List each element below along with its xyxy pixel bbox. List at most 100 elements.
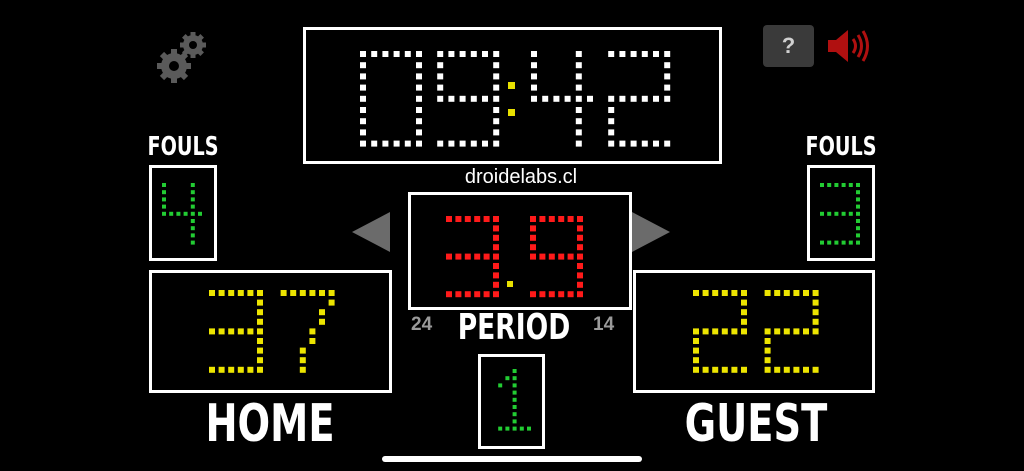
- led-dot: [493, 263, 499, 269]
- led-dot: [257, 347, 263, 354]
- led-dot: [820, 211, 824, 216]
- led-dot: [393, 51, 400, 57]
- led-dot: [493, 291, 499, 298]
- led-dot: [319, 318, 325, 325]
- led-dot: [575, 73, 582, 80]
- led-dot: [455, 253, 462, 260]
- led-dot: [548, 216, 555, 222]
- home-score-display: [209, 290, 335, 373]
- led-dot: [190, 183, 195, 187]
- led-dot: [498, 383, 503, 388]
- led-dot: [360, 107, 366, 113]
- led-dot: [827, 240, 832, 245]
- led-dot: [360, 118, 366, 125]
- led-dot: [741, 366, 747, 373]
- led-dot: [531, 95, 537, 102]
- help-button[interactable]: ?: [763, 25, 814, 67]
- led-dot: [309, 338, 316, 344]
- led-dot: [483, 253, 490, 260]
- led-dot: [493, 244, 499, 251]
- led-dot: [577, 216, 583, 222]
- led-dot: [608, 118, 615, 125]
- led-dot: [702, 328, 709, 335]
- led-dot: [764, 357, 771, 364]
- led-dot: [841, 211, 846, 216]
- led-dot: [218, 366, 225, 373]
- led-dot: [731, 328, 738, 335]
- led-dot: [731, 290, 738, 296]
- led-dot: [664, 84, 671, 91]
- led-dot: [493, 234, 499, 241]
- led-dot: [512, 383, 517, 388]
- led-dot: [641, 140, 648, 147]
- led-dot: [820, 183, 824, 187]
- guestfouls-digit-0: [820, 183, 860, 245]
- led-dot: [437, 84, 444, 91]
- led-dot: [493, 73, 500, 80]
- led-dot: [575, 129, 582, 136]
- led-dot: [162, 190, 166, 195]
- led-dot: [328, 299, 335, 306]
- led-dot: [257, 357, 263, 364]
- speaker-icon[interactable]: [826, 28, 872, 64]
- led-dot: [848, 183, 853, 187]
- led-dot: [564, 95, 571, 102]
- led-dot: [856, 226, 860, 231]
- led-dot: [553, 95, 560, 102]
- led-dot: [575, 95, 582, 102]
- led-dot: [721, 290, 728, 296]
- led-dot: [856, 183, 860, 187]
- led-dot: [190, 233, 195, 238]
- led-dot: [856, 211, 860, 216]
- settings-gears-icon[interactable]: [152, 28, 210, 86]
- led-dot: [416, 129, 422, 136]
- led-dot: [209, 328, 215, 335]
- home-label: HOME: [205, 394, 335, 454]
- led-dot: [257, 338, 263, 344]
- led-dot: [470, 51, 477, 57]
- led-dot: [493, 51, 500, 57]
- led-dot: [237, 366, 244, 373]
- shot-decimal-point: [507, 281, 513, 287]
- led-dot: [741, 328, 747, 335]
- period-display: [498, 369, 531, 431]
- left-arrow-icon[interactable]: [352, 212, 390, 252]
- led-dot: [162, 197, 166, 202]
- led-dot: [575, 62, 582, 69]
- led-dot: [382, 140, 389, 147]
- led-dot: [493, 281, 499, 288]
- led-dot: [577, 225, 583, 232]
- led-dot: [812, 366, 819, 373]
- right-arrow-icon[interactable]: [632, 212, 670, 252]
- led-dot: [464, 291, 471, 298]
- led-dot: [360, 129, 366, 136]
- led-dot: [483, 216, 490, 222]
- led-dot: [512, 376, 517, 381]
- led-dot: [190, 240, 195, 245]
- led-dot: [653, 95, 659, 102]
- led-dot: [404, 51, 411, 57]
- led-dot: [218, 290, 225, 296]
- led-dot: [416, 140, 422, 147]
- led-dot: [608, 107, 615, 113]
- led-dot: [519, 426, 524, 431]
- led-dot: [360, 140, 366, 147]
- led-dot: [474, 291, 481, 298]
- led-dot: [577, 291, 583, 298]
- led-dot: [446, 291, 452, 298]
- led-dot: [360, 73, 366, 80]
- led-dot: [558, 216, 565, 222]
- led-dot: [493, 84, 500, 91]
- led-dot: [567, 291, 574, 298]
- led-dot: [470, 140, 477, 147]
- led-dot: [577, 234, 583, 241]
- led-dot: [567, 216, 574, 222]
- led-dot: [512, 390, 517, 395]
- led-dot: [539, 253, 546, 260]
- led-dot: [608, 51, 615, 57]
- led-dot: [619, 51, 626, 57]
- led-dot: [542, 95, 549, 102]
- led-dot: [664, 62, 671, 69]
- led-dot: [299, 366, 306, 373]
- led-dot: [820, 240, 824, 245]
